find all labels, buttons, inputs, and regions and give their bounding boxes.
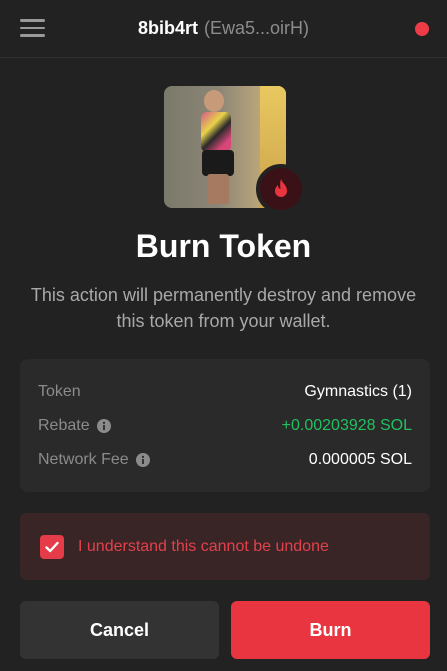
token-label: Token bbox=[38, 383, 81, 400]
rebate-value: +0.00203928 SOL bbox=[281, 417, 412, 434]
header-bar: 8bib4rt (Ewa5...oirH) bbox=[0, 0, 447, 58]
confirm-label[interactable]: I understand this cannot be undone bbox=[78, 535, 329, 559]
info-icon[interactable] bbox=[135, 453, 150, 467]
network-fee-value: 0.000005 SOL bbox=[308, 451, 412, 468]
token-value: Gymnastics (1) bbox=[304, 383, 412, 400]
checkmark-icon bbox=[45, 541, 59, 553]
wallet-address: (Ewa5...oirH) bbox=[203, 18, 310, 38]
status-dot-icon[interactable] bbox=[415, 22, 429, 36]
info-icon[interactable] bbox=[96, 419, 111, 433]
page-description: This action will permanently destroy and… bbox=[30, 285, 417, 331]
rebate-label: Rebate bbox=[38, 417, 90, 434]
detail-row-network-fee: Network Fee 0.000005 SOL bbox=[38, 447, 412, 473]
wallet-name: 8bib4rt bbox=[137, 18, 198, 38]
detail-row-rebate: Rebate +0.00203928 SOL bbox=[38, 413, 412, 439]
burn-button[interactable]: Burn bbox=[231, 601, 430, 659]
page-title: Burn Token bbox=[135, 228, 312, 264]
confirm-box: I understand this cannot be undone bbox=[20, 513, 430, 580]
token-image-wrapper bbox=[164, 86, 306, 214]
network-fee-label: Network Fee bbox=[38, 451, 129, 468]
details-card: Token Gymnastics (1) Rebate +0.00203928 … bbox=[20, 359, 430, 492]
wallet-selector[interactable]: 8bib4rt (Ewa5...oirH) bbox=[0, 16, 447, 40]
cancel-button[interactable]: Cancel bbox=[20, 601, 219, 659]
detail-row-token: Token Gymnastics (1) bbox=[38, 379, 412, 405]
fire-icon bbox=[256, 164, 306, 214]
confirm-checkbox[interactable] bbox=[40, 535, 64, 559]
